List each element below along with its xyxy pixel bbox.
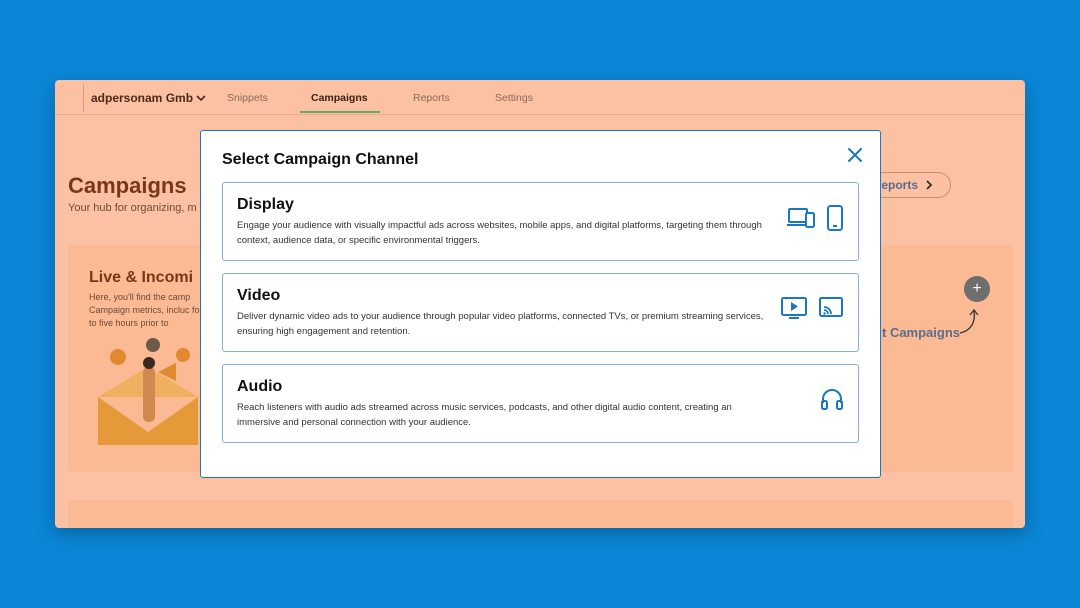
channel-name: Display: [237, 196, 294, 213]
channel-icons: [786, 205, 844, 231]
divider: [83, 84, 84, 112]
channel-description: Reach listeners with audio ads streamed …: [237, 402, 732, 428]
live-card-description: Here, you'll find the camp Campaign metr…: [89, 292, 208, 328]
page-title: Campaigns: [68, 173, 187, 198]
chevron-down-icon: [196, 95, 206, 102]
channel-option-audio[interactable]: Audio Reach listeners with audio ads str…: [222, 364, 859, 443]
page-subtitle: Your hub for organizing, m: [68, 202, 197, 214]
add-campaign-button[interactable]: +: [964, 276, 990, 302]
devices-icon: [787, 208, 815, 228]
channel-description: Engage your audience with visually impac…: [237, 220, 762, 246]
smartphone-icon: [827, 205, 843, 231]
channel-description: Deliver dynamic video ads to your audien…: [237, 311, 764, 337]
tab-reports[interactable]: Reports: [413, 92, 450, 104]
add-campaigns-hint: t Campaigns: [882, 325, 961, 340]
select-channel-modal: Select Campaign Channel Display Engage y…: [200, 130, 881, 478]
active-tab-indicator: [300, 111, 380, 113]
channel-name: Video: [237, 287, 281, 304]
channel-name: Audio: [237, 378, 283, 395]
channel-icons: [820, 387, 844, 411]
tab-campaigns[interactable]: Campaigns: [311, 92, 368, 104]
reports-button-label: reports: [876, 178, 918, 192]
cast-tv-icon: [819, 297, 843, 317]
organization-switcher[interactable]: adpersonam Gmb: [91, 91, 207, 105]
curved-arrow-icon: [959, 308, 979, 334]
organization-name: adpersonam Gmb: [91, 91, 194, 105]
tab-snippets[interactable]: Snippets: [227, 92, 268, 104]
tab-settings[interactable]: Settings: [495, 92, 533, 104]
channel-option-display[interactable]: Display Engage your audience with visual…: [222, 182, 859, 261]
plus-icon: +: [972, 280, 982, 297]
live-card-title: Live & Incomi: [89, 269, 194, 286]
headphones-icon: [821, 389, 843, 410]
channel-icons: [780, 296, 844, 320]
chevron-right-icon: [926, 180, 933, 190]
video-play-icon: [781, 297, 807, 319]
secondary-card: [68, 500, 1013, 528]
modal-title: Select Campaign Channel: [222, 151, 419, 168]
close-icon[interactable]: [846, 146, 864, 164]
channel-option-video[interactable]: Video Deliver dynamic video ads to your …: [222, 273, 859, 352]
campaign-illustration: [98, 338, 198, 445]
top-navigation-bar: adpersonam Gmb Snippets Campaigns Report…: [55, 80, 1025, 115]
